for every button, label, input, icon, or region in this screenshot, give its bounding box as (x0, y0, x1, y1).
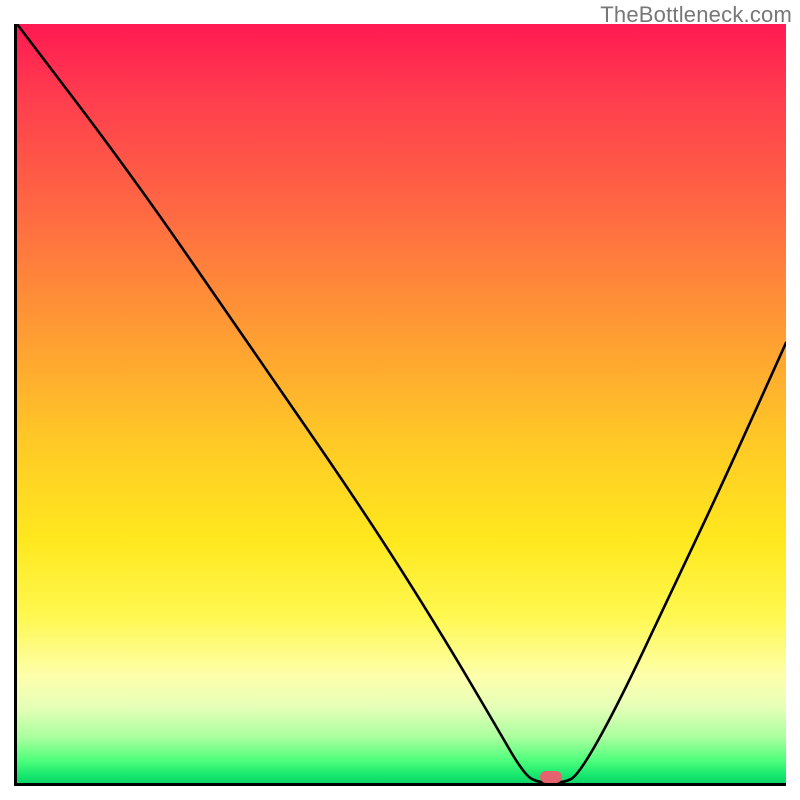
plot-area (14, 24, 786, 786)
watermark-text: TheBottleneck.com (600, 2, 792, 28)
optimal-marker (540, 771, 562, 783)
bottleneck-curve (17, 24, 786, 783)
chart-frame: TheBottleneck.com (0, 0, 800, 800)
